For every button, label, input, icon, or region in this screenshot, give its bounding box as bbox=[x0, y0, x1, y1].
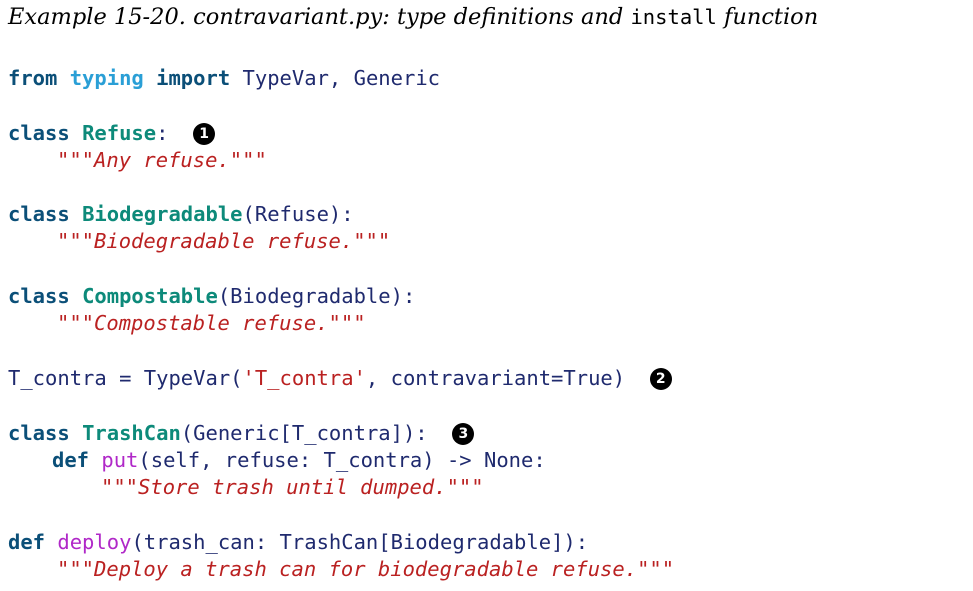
code-line-import: from typing import TypeVar, Generic bbox=[8, 65, 440, 91]
callout-2-icon: 2 bbox=[649, 368, 672, 390]
example-caption: Example 15-20. contravariant.py: type de… bbox=[8, 4, 818, 30]
keyword: from bbox=[8, 66, 58, 90]
code-line-docstring: """Store trash until dumped.""" bbox=[101, 474, 484, 500]
code-line-def-deploy: def deploy(trash_can: TrashCan[Biodegrad… bbox=[8, 529, 588, 555]
caption-code-word: install bbox=[630, 5, 717, 29]
code-line-docstring: """Deploy a trash can for biodegradable … bbox=[57, 556, 674, 582]
keyword: class bbox=[8, 421, 70, 445]
class-name: Compostable bbox=[82, 284, 218, 308]
callout-3-icon: 3 bbox=[452, 423, 475, 445]
docstring: """Compostable refuse.""" bbox=[57, 311, 366, 335]
keyword: def bbox=[52, 448, 90, 472]
class-name: Refuse bbox=[82, 121, 157, 145]
keyword: import bbox=[156, 66, 231, 90]
code-line-def-put: def put(self, refuse: T_contra) -> None: bbox=[52, 447, 546, 473]
code-text: (Refuse): bbox=[242, 202, 354, 226]
code-text: : bbox=[156, 121, 169, 145]
code-line-docstring: """Compostable refuse.""" bbox=[57, 310, 366, 336]
keyword: class bbox=[8, 121, 70, 145]
class-name: TrashCan bbox=[82, 421, 181, 445]
keyword: class bbox=[8, 202, 70, 226]
function-name: deploy bbox=[57, 530, 132, 554]
code-line-typevar: T_contra = TypeVar('T_contra', contravar… bbox=[8, 365, 672, 391]
code-line-docstring: """Any refuse.""" bbox=[57, 147, 267, 173]
class-name: Biodegradable bbox=[82, 202, 243, 226]
code-line-class-trashcan: class TrashCan(Generic[T_contra]): 3 bbox=[8, 420, 475, 446]
docstring: """Biodegradable refuse.""" bbox=[57, 229, 391, 253]
code-line-docstring: """Biodegradable refuse.""" bbox=[57, 228, 390, 254]
code-text: T_contra = TypeVar( bbox=[8, 366, 243, 390]
code-text: (self, refuse: T_contra) -> None: bbox=[138, 448, 546, 472]
code-line-class-refuse: class Refuse: 1 bbox=[8, 120, 216, 146]
docstring: """Store trash until dumped.""" bbox=[101, 475, 484, 499]
code-text: (trash_can: TrashCan[Biodegradable]): bbox=[131, 530, 589, 554]
code-line-class-biodegradable: class Biodegradable(Refuse): bbox=[8, 201, 354, 227]
callout-1-icon: 1 bbox=[193, 123, 216, 145]
code-line-class-compostable: class Compostable(Biodegradable): bbox=[8, 283, 415, 309]
docstring: """Deploy a trash can for biodegradable … bbox=[57, 557, 675, 581]
import-names: TypeVar, Generic bbox=[230, 66, 441, 90]
keyword: class bbox=[8, 284, 70, 308]
code-text: (Generic[T_contra]): bbox=[180, 421, 428, 445]
keyword: def bbox=[8, 530, 46, 554]
docstring: """Any refuse.""" bbox=[57, 148, 267, 172]
function-name: put bbox=[101, 448, 139, 472]
caption-prefix: Example 15-20. contravariant.py: type de… bbox=[8, 4, 631, 30]
caption-suffix: function bbox=[716, 4, 819, 30]
string-literal: 'T_contra' bbox=[242, 366, 366, 390]
module-name: typing bbox=[69, 66, 144, 90]
code-text: , contravariant=True) bbox=[365, 366, 626, 390]
code-text: (Biodegradable): bbox=[217, 284, 416, 308]
